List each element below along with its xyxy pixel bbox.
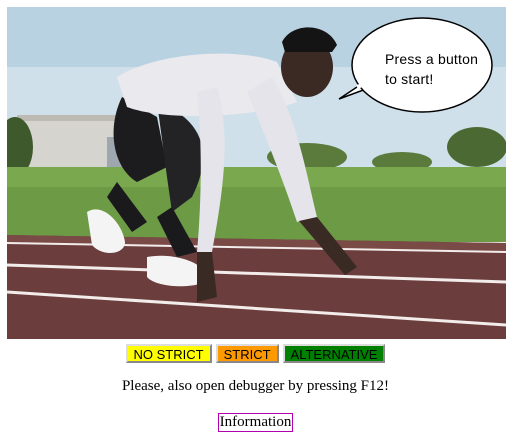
mode-button-row: NO STRICT STRICT ALTERNATIVE bbox=[0, 344, 511, 364]
strict-button[interactable]: STRICT bbox=[215, 344, 279, 363]
hero-image: Press a button to start! bbox=[7, 7, 506, 339]
info-container: Information bbox=[0, 413, 511, 432]
speech-bubble-text: Press a button to start! bbox=[385, 51, 479, 87]
no-strict-button[interactable]: NO STRICT bbox=[125, 344, 212, 363]
information-button[interactable]: Information bbox=[217, 413, 294, 432]
alternative-button[interactable]: ALTERNATIVE bbox=[282, 344, 386, 363]
debugger-message: Please, also open debugger by pressing F… bbox=[121, 378, 390, 394]
